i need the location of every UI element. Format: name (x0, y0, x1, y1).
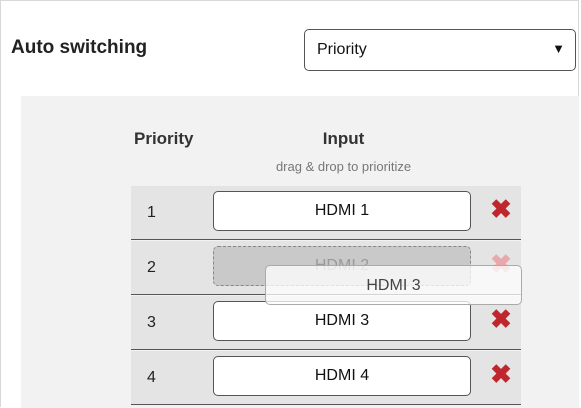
priority-number: 3 (147, 314, 156, 331)
drag-hint: drag & drop to prioritize (275, 159, 412, 174)
priority-number: 4 (147, 369, 156, 386)
close-icon[interactable]: ✖ (487, 195, 515, 223)
auto-switching-label: Auto switching (11, 37, 148, 58)
switching-mode-value: Priority (317, 41, 367, 58)
auto-switching-panel: Auto switching Priority ▼ Priority Input… (0, 0, 579, 408)
close-icon[interactable]: ✖ (487, 360, 515, 388)
priority-row: 4 HDMI 4 ✖ (131, 351, 521, 405)
priority-row: 1 HDMI 1 ✖ (131, 186, 521, 240)
input-item[interactable]: HDMI 3 (213, 301, 471, 341)
dragged-input-item[interactable]: HDMI 3 (265, 265, 522, 305)
close-icon[interactable]: ✖ (487, 305, 515, 333)
priority-number: 2 (147, 259, 156, 276)
input-item[interactable]: HDMI 1 (213, 191, 471, 231)
switching-mode-select[interactable]: Priority ▼ (304, 29, 576, 71)
priority-number: 1 (147, 204, 156, 221)
input-column-header: Input (322, 129, 365, 148)
priority-column-header: Priority (134, 129, 194, 148)
input-item[interactable]: HDMI 4 (213, 356, 471, 396)
chevron-down-icon: ▼ (552, 41, 565, 56)
